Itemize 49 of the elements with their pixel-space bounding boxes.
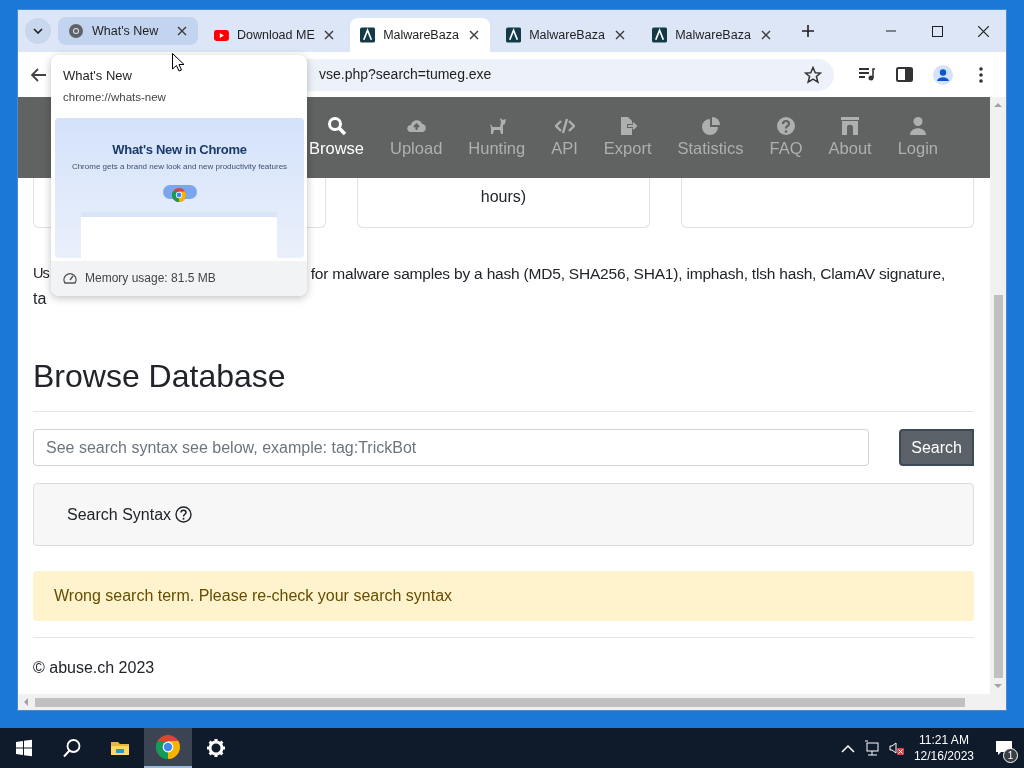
browser-tab[interactable]: MalwareBaza (350, 18, 490, 52)
horizontal-scrollbar[interactable] (18, 694, 990, 710)
alert-message: Wrong search term. Please re-check your search syntax (33, 571, 974, 622)
close-icon[interactable] (977, 25, 989, 37)
star-icon[interactable] (804, 64, 822, 85)
letter-a-logo-icon (360, 27, 376, 43)
gear-icon (206, 738, 226, 758)
intro-text: for malware samples by a hash (MD5, SHA256, SHA1), imphash, tlsh hash, ClamAV signature, (310, 264, 945, 284)
preview-text: Chrome gets a brand new look and new productivity features (71, 161, 288, 174)
browser-tab[interactable]: MalwareBaza (496, 18, 636, 52)
notification-count: 1 (1003, 748, 1018, 763)
video-play-icon (214, 28, 229, 42)
chrome-icon (156, 735, 180, 759)
browser-tab[interactable]: What's New (58, 17, 198, 45)
pie-chart-icon (700, 116, 721, 137)
browser-tab[interactable]: MalwareBaza (642, 18, 782, 52)
chevron-down-icon[interactable] (33, 28, 43, 34)
tab-search-button[interactable] (25, 18, 51, 44)
system-clock[interactable]: 11:21 AM 12/16/2023 (913, 732, 974, 764)
chrome-icon (68, 23, 84, 39)
letter-a-logo-icon (652, 27, 668, 43)
search-icon (326, 116, 347, 137)
notification-button[interactable]: 1 (984, 728, 1024, 768)
taskbar-app[interactable] (144, 728, 192, 768)
search-icon (62, 738, 82, 758)
page-heading: Browse Database (33, 357, 287, 396)
card-text: hours) (480, 187, 527, 207)
windows-logo-icon (14, 738, 34, 758)
user-icon (907, 116, 928, 137)
search-field[interactable]: See search syntax see below, example: tag:TrickBot (33, 429, 870, 467)
help-icon (175, 506, 193, 524)
chrome-logo-icon (172, 187, 186, 202)
search-syntax-panel[interactable]: Search Syntax (33, 483, 974, 547)
letter-a-logo-icon (506, 27, 522, 43)
archway-icon (840, 116, 861, 137)
card-url: chrome://whats-new (63, 89, 166, 105)
back-arrow-icon[interactable] (30, 67, 47, 82)
card-title: What's New (63, 67, 132, 85)
gauge-icon (63, 272, 77, 285)
nav-link[interactable]: Browse (309, 116, 365, 159)
footer-text: © abuse.ch 2023 (33, 658, 155, 679)
maximize-icon[interactable] (931, 25, 943, 37)
help-icon (776, 116, 797, 137)
search-button[interactable]: Search (899, 429, 974, 467)
memory-usage-text: Memory usage: 81.5 MB (85, 270, 216, 288)
intro-text: ta (33, 289, 47, 309)
intro-text: Us (33, 264, 49, 283)
browser-tab[interactable]: Download ME (204, 18, 344, 52)
preview-heading: What's New in Chrome (112, 140, 247, 159)
